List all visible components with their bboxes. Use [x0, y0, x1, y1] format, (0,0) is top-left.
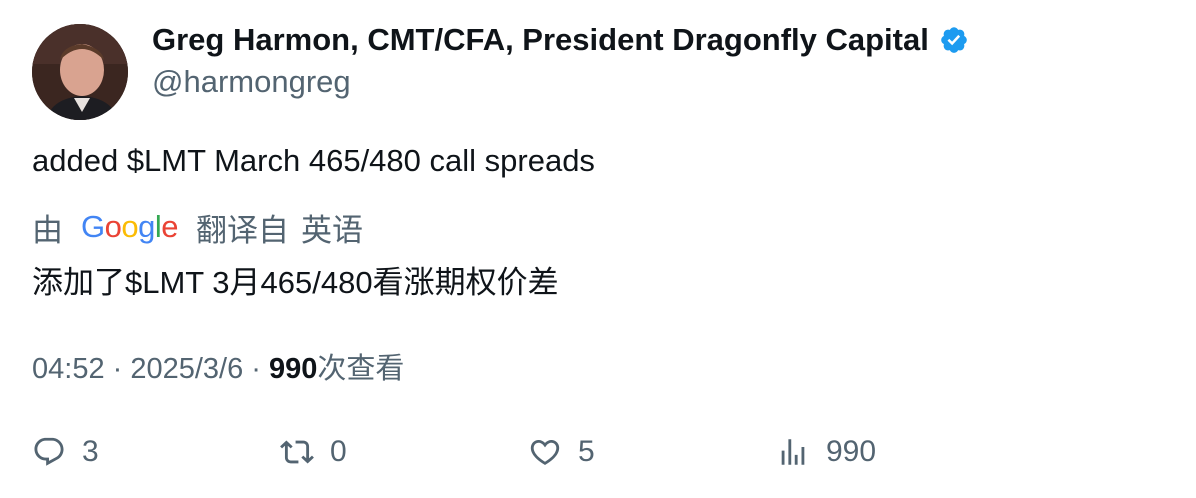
google-logo: Google: [81, 209, 179, 244]
avatar[interactable]: [32, 24, 128, 120]
tweet-time[interactable]: 04:52: [32, 353, 105, 385]
author-handle[interactable]: @harmongreg: [152, 64, 351, 100]
translation-suffix: 翻译自: [196, 212, 290, 248]
retweet-count: 0: [330, 435, 347, 468]
author-name-row[interactable]: Greg Harmon, CMT/CFA, President Dragonfl…: [152, 22, 969, 58]
translation-source-language: 英语: [301, 212, 364, 248]
reply-count: 3: [82, 435, 99, 468]
like-button[interactable]: 5: [528, 430, 595, 474]
translation-attribution: 由 Google 翻译自 英语: [32, 207, 364, 248]
translation-prefix: 由: [32, 212, 63, 248]
views-label: 次查看: [317, 353, 405, 385]
action-bar: 3 0 5 990: [32, 430, 1162, 474]
meta-separator: ·: [243, 353, 270, 385]
tweet-date[interactable]: 2025/3/6: [130, 353, 243, 385]
like-count: 5: [578, 435, 595, 468]
retweet-button[interactable]: 0: [280, 430, 347, 474]
author-display-name[interactable]: Greg Harmon, CMT/CFA, President Dragonfl…: [152, 22, 929, 58]
analytics-icon: [781, 439, 805, 465]
heart-icon: [530, 439, 560, 465]
reply-icon: [34, 437, 64, 466]
views-action-count: 990: [826, 435, 877, 468]
reply-button[interactable]: 3: [32, 430, 99, 474]
verified-badge-icon[interactable]: [939, 25, 969, 55]
meta-separator: ·: [104, 353, 131, 385]
tweet-meta: 04:52 · 2025/3/6 · 990次查看: [32, 345, 404, 387]
avatar-photo: [32, 24, 128, 120]
translated-tweet-text: 添加了$LMT 3月465/480看涨期权价差: [32, 265, 559, 300]
views-count: 990: [269, 353, 318, 385]
tweet-text: added $LMT March 465/480 call spreads: [32, 143, 595, 178]
retweet-icon: [280, 440, 314, 464]
views-button[interactable]: 990: [776, 430, 876, 474]
